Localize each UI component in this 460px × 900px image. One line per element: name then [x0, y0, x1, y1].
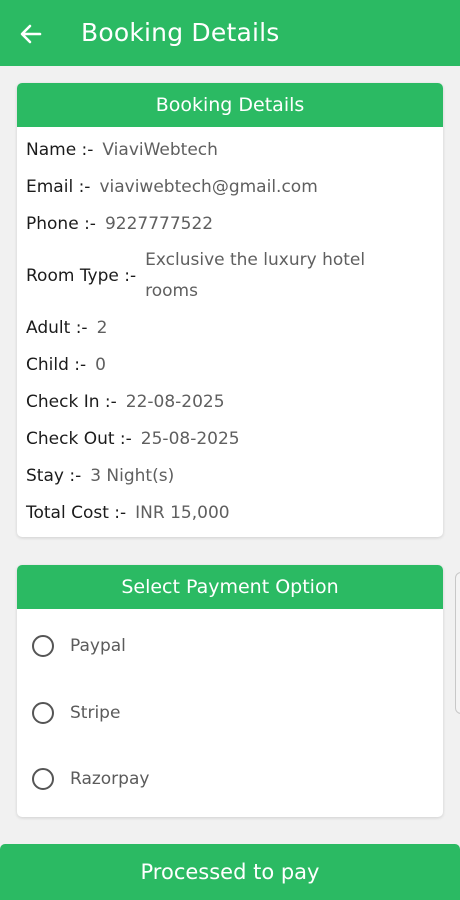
razorpay-radio[interactable] — [32, 768, 54, 790]
payment-option-stripe[interactable]: Stripe — [32, 693, 428, 733]
stay-label: Stay :- — [26, 466, 82, 486]
page-title: Booking Details — [81, 18, 280, 47]
email-value: viaviwebtech@gmail.com — [99, 177, 318, 197]
check-out-label: Check Out :- — [26, 429, 132, 449]
email-row: Email :- viaviwebtech@gmail.com — [26, 172, 429, 202]
payment-option-card: Select Payment Option Paypal Stripe Razo… — [17, 565, 443, 817]
check-in-row: Check In :- 22-08-2025 — [26, 387, 429, 417]
name-value: ViaviWebtech — [102, 140, 218, 160]
check-in-label: Check In :- — [26, 392, 117, 412]
name-row: Name :- ViaviWebtech — [26, 135, 429, 165]
paypal-radio[interactable] — [32, 635, 54, 657]
stripe-radio[interactable] — [32, 702, 54, 724]
room-type-value: Exclusive the luxury hotel rooms — [145, 250, 366, 301]
child-value: 0 — [95, 355, 106, 375]
payment-option-header: Select Payment Option — [17, 565, 443, 609]
child-label: Child :- — [26, 355, 87, 375]
app-bar: Booking Details — [0, 0, 460, 66]
total-cost-row: Total Cost :- INR 15,000 — [26, 498, 429, 528]
check-out-row: Check Out :- 25-08-2025 — [26, 424, 429, 454]
total-cost-value: INR 15,000 — [135, 503, 230, 523]
arrow-left-icon — [20, 24, 42, 44]
stay-value: 3 Night(s) — [90, 466, 175, 486]
total-cost-label: Total Cost :- — [26, 503, 127, 523]
stripe-label: Stripe — [70, 703, 121, 723]
booking-details-header: Booking Details — [17, 83, 443, 127]
room-type-row: Room Type :- Exclusive the luxury hotel … — [26, 245, 429, 307]
check-in-value: 22-08-2025 — [125, 392, 225, 412]
stay-row: Stay :- 3 Night(s) — [26, 461, 429, 491]
scroll-indicator — [455, 572, 460, 714]
razorpay-label: Razorpay — [70, 769, 150, 789]
room-type-label: Room Type :- — [26, 266, 137, 286]
name-label: Name :- — [26, 140, 94, 160]
adult-value: 2 — [96, 318, 108, 338]
payment-option-paypal[interactable]: Paypal — [32, 626, 428, 666]
back-button[interactable] — [14, 17, 48, 51]
payment-option-razorpay[interactable]: Razorpay — [32, 759, 428, 799]
phone-value: 9227777522 — [104, 214, 214, 234]
booking-details-card: Booking Details Name :- ViaviWebtech Ema… — [17, 83, 443, 537]
proceed-to-pay-button[interactable]: Processed to pay — [0, 844, 460, 900]
phone-row: Phone :- 9227777522 — [26, 209, 429, 239]
adult-label: Adult :- — [26, 318, 88, 338]
check-out-value: 25-08-2025 — [140, 429, 240, 449]
child-row: Child :- 0 — [26, 350, 429, 380]
paypal-label: Paypal — [70, 636, 126, 656]
adult-row: Adult :- 2 — [26, 313, 429, 343]
phone-label: Phone :- — [26, 214, 96, 234]
email-label: Email :- — [26, 177, 91, 197]
